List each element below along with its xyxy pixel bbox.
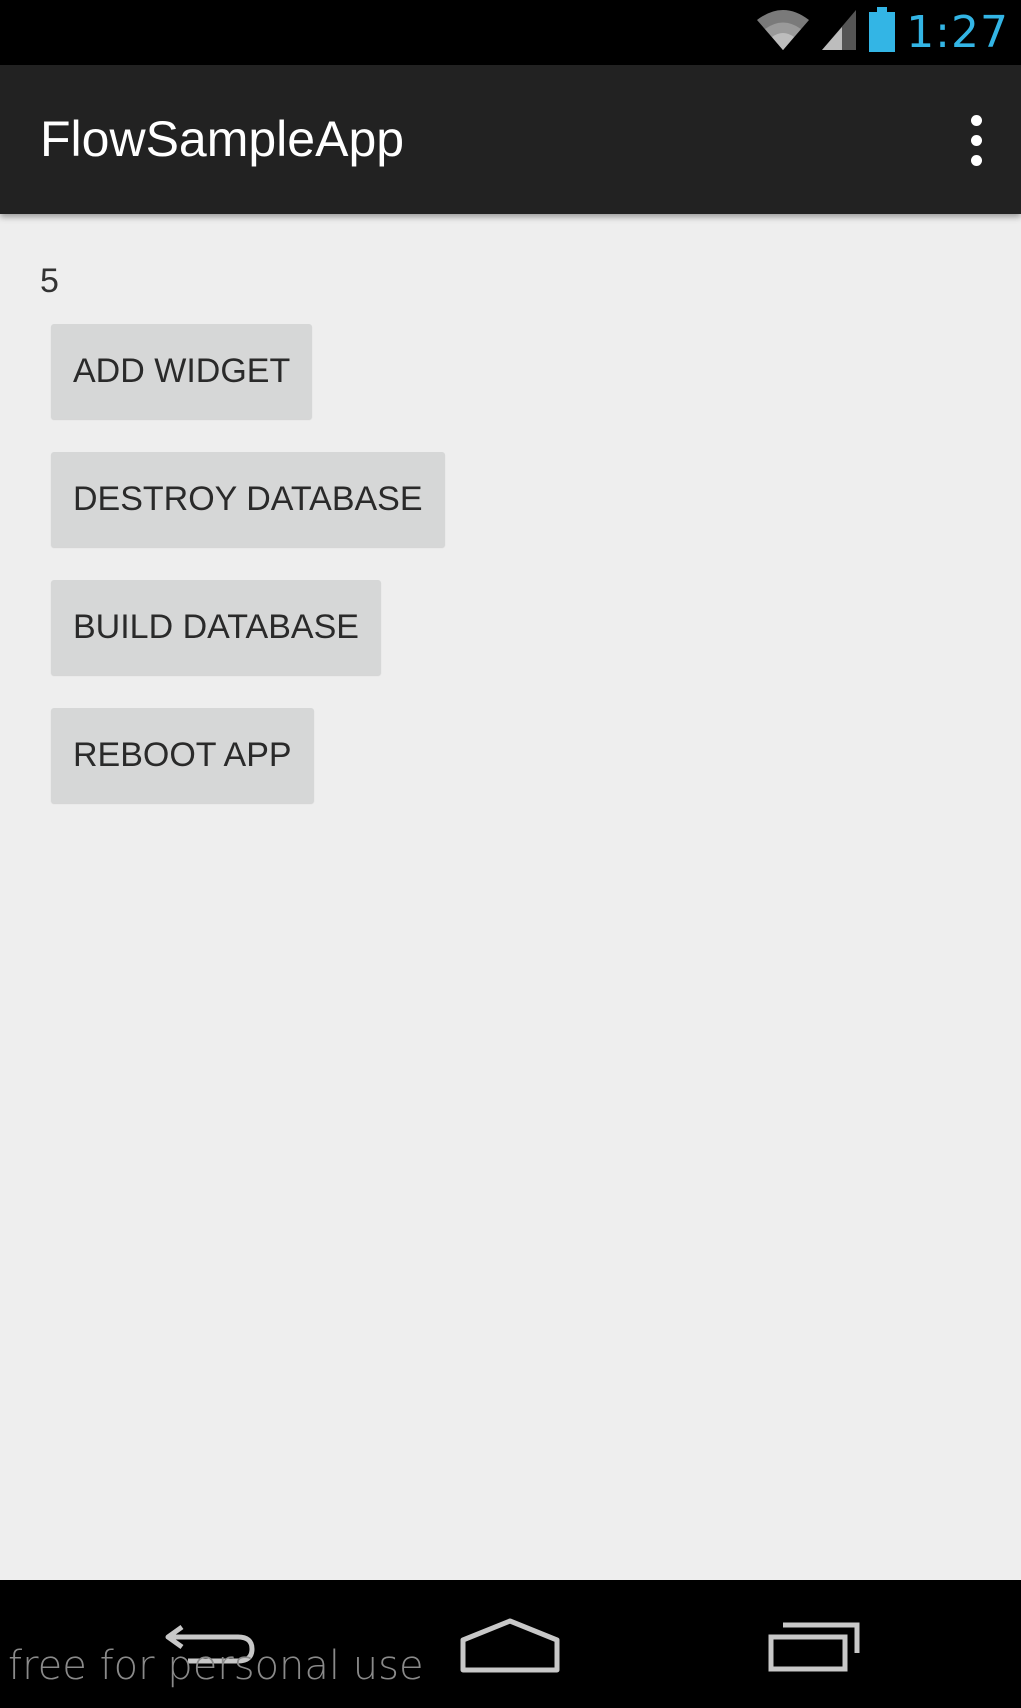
overflow-dot <box>970 134 982 146</box>
build-database-button[interactable]: BUILD DATABASE <box>51 580 381 675</box>
overflow-dot <box>970 154 982 166</box>
recents-icon[interactable] <box>755 1600 875 1690</box>
battery-icon <box>868 7 896 58</box>
wifi-icon <box>756 8 810 57</box>
action-bar: FlowSampleApp <box>0 65 1021 214</box>
home-icon[interactable] <box>450 1600 570 1690</box>
status-icons: 1:27 <box>756 0 1009 65</box>
reboot-app-button[interactable]: REBOOT APP <box>51 708 314 803</box>
status-clock: 1:27 <box>906 7 1009 58</box>
cell-signal-icon <box>820 8 858 57</box>
add-widget-button[interactable]: ADD WIDGET <box>51 324 313 419</box>
status-bar: 1:27 <box>0 0 1021 65</box>
app-title: FlowSampleApp <box>40 111 405 167</box>
destroy-database-button[interactable]: DESTROY DATABASE <box>51 452 445 547</box>
watermark-text: free for personal use <box>8 1643 424 1689</box>
overflow-dot <box>970 114 982 126</box>
widget-counter: 5 <box>40 262 59 300</box>
overflow-menu-icon[interactable] <box>951 105 1001 175</box>
